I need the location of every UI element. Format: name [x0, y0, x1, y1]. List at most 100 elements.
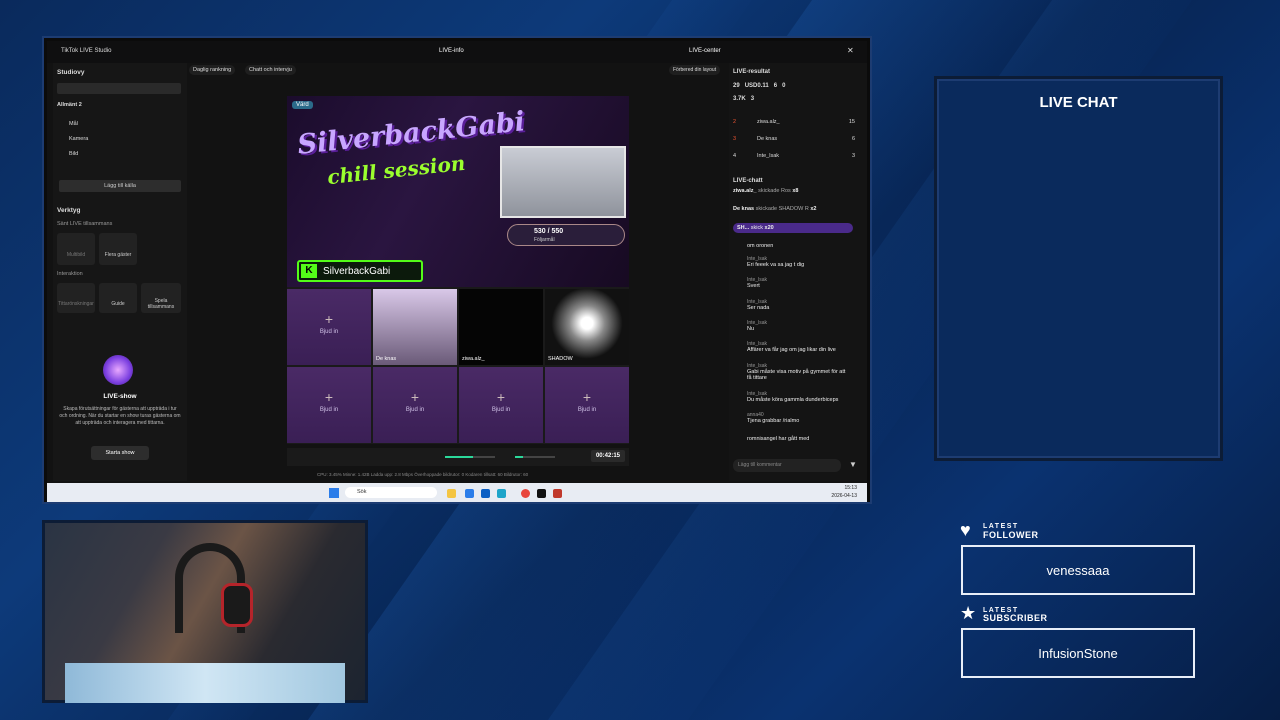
heart-icon: ♥	[960, 520, 971, 540]
host-video: Värd SilverbackGabi chill session 530 / …	[287, 96, 629, 287]
rank-name: De knas	[757, 136, 778, 142]
chat-message: Inte_lsak Du måste köra gammla dunderbice…	[747, 391, 857, 403]
store-icon[interactable]	[465, 489, 474, 498]
rank-score: 15	[848, 119, 855, 125]
file-explorer-icon[interactable]	[447, 489, 456, 498]
stat-likes: 3.7K	[733, 96, 746, 102]
source-camera[interactable]: Kamera	[69, 136, 88, 142]
rank-name: ziwa.alz_	[757, 119, 780, 125]
volume-fill	[445, 456, 473, 458]
close-icon[interactable]: ✕	[847, 46, 854, 55]
latest-subscriber-box: InfusionStone	[961, 628, 1195, 678]
ranking-row: 3 De knas 6	[733, 136, 855, 153]
tool-more-guests-label: Flera gäster	[104, 252, 132, 258]
source-image[interactable]: Bild	[69, 151, 78, 157]
guest-slot[interactable]: + Bjud in	[373, 367, 457, 443]
rank-number: 2	[733, 119, 737, 125]
left-panel: Studiovy Allmänt 2 Mål Kamera Bild Lägg …	[53, 63, 187, 481]
guest-name: SHADOW	[548, 356, 573, 362]
guest-slot[interactable]: + Bjud in	[287, 289, 371, 365]
rank-score: 6	[851, 136, 855, 142]
follower-goal: 530 / 550 Följarmål	[507, 224, 625, 246]
chat-text: Tjena grabbar /rialmo	[747, 418, 800, 424]
add-icon: +	[496, 389, 506, 405]
studio-dropdown[interactable]: Studiovy	[57, 69, 84, 76]
prepare-layout-chip[interactable]: Förbered din layout	[669, 65, 721, 75]
chat-text: Ser nada	[747, 305, 770, 311]
app-title: TikTok LIVE Studio	[61, 48, 112, 54]
gift-message: SH... skick x20	[733, 223, 853, 233]
gift-message: De knas skickade SHADOW R x2	[733, 206, 863, 212]
hero-title-line1: SilverbackGabi	[296, 106, 527, 161]
scene-dropdown[interactable]: Allmänt 2	[57, 102, 82, 108]
interaction-label: Interaktion	[57, 271, 83, 277]
stat-viewers: 6	[773, 83, 778, 89]
right-panel: LIVE-resultat 29 USD0.11 6 0 3.7K 3 2 ziw…	[729, 63, 867, 481]
center-title[interactable]: LIVE-info	[439, 48, 464, 54]
filter-icon[interactable]: ▼	[849, 460, 857, 469]
shirt	[65, 663, 345, 703]
guest-slot[interactable]: + Bjud in	[287, 367, 371, 443]
chat-text: om oronen	[747, 243, 774, 249]
live-show-title: LIVE-show	[103, 393, 137, 400]
chat-message: Inte_lsak Affärer va får jag om jag likar…	[747, 341, 857, 353]
guest-slot[interactable]: + Bjud in	[545, 367, 629, 443]
gift-user: ziwa.alz_	[733, 188, 757, 194]
tool-guide[interactable]: Guide	[99, 283, 137, 313]
mic-slider[interactable]	[515, 456, 555, 458]
center-area: Daglig rankning Chatt och intervju Förbe…	[187, 63, 727, 481]
tools-heading: Verktyg	[57, 207, 81, 214]
view-toggle[interactable]	[57, 83, 181, 94]
edge-icon[interactable]	[497, 489, 506, 498]
tool-play-together[interactable]: Spela tillsammans	[141, 283, 181, 313]
tool-more-guests[interactable]: Flera gäster	[99, 233, 137, 265]
chat-interview-chip[interactable]: Chatt och intervju	[245, 65, 296, 75]
chat-message: anna40 Tjena grabbar /rialmo	[747, 412, 857, 424]
comment-input[interactable]: Lägg till kommentar	[733, 459, 841, 472]
outlook-icon[interactable]	[481, 489, 490, 498]
chat-text: Eri feeek va sa jag t dig	[747, 262, 805, 268]
add-icon: +	[324, 311, 334, 327]
chrome-icon[interactable]	[521, 489, 530, 498]
controls-bar: 00:42:15	[287, 448, 629, 466]
chat-text: Gabi måste visa motiv på gymmet för att …	[747, 369, 846, 381]
chat-message: Inte_lsak Nu	[747, 320, 857, 332]
follower-count: 530 / 550	[534, 228, 564, 235]
live-stage: Värd SilverbackGabi chill session 530 / …	[287, 96, 629, 444]
taskbar-search[interactable]: Sök	[345, 487, 437, 498]
guest-slot[interactable]: ziwa.alz_	[459, 289, 543, 365]
start-show-button[interactable]: Starta show	[91, 446, 149, 460]
mic-fill	[515, 456, 523, 458]
rank-score: 3	[851, 153, 855, 159]
hero-title-line2: chill session	[326, 150, 467, 190]
tool-multiguest[interactable]: Multibild	[57, 233, 95, 265]
chat-text: Du måste köra gammla dunderbiceps	[747, 397, 839, 403]
app-icon[interactable]	[553, 489, 562, 498]
gift-user: SH...	[737, 225, 750, 231]
latest-subscriber-name: InfusionStone	[1038, 646, 1118, 661]
rank-name: Inte_lsak	[757, 153, 780, 159]
tool-viewer-requests[interactable]: Tittarönskningar	[57, 283, 95, 313]
volume-slider[interactable]	[445, 456, 495, 458]
guest-slot[interactable]: De knas	[373, 289, 457, 365]
source-goal[interactable]: Mål	[69, 121, 78, 127]
rank-number: 3	[733, 136, 737, 142]
add-icon: +	[410, 389, 420, 405]
guest-slot[interactable]: SHADOW	[545, 289, 629, 365]
add-icon: +	[582, 389, 592, 405]
stat-shares: 0	[782, 83, 786, 89]
live-center-link[interactable]: LIVE-center	[689, 48, 721, 54]
kick-badge: K SilverbackGabi	[297, 260, 423, 282]
chat-text: Nu	[747, 326, 755, 332]
tiktok-icon[interactable]	[537, 489, 546, 498]
windows-start-icon[interactable]	[329, 488, 339, 498]
stats-row-2: 3.7K 3	[733, 96, 754, 102]
taskbar-date: 2026-04-13	[831, 493, 857, 499]
daily-ranking-chip[interactable]: Daglig rankning	[189, 65, 236, 75]
guest-slot[interactable]: + Bjud in	[459, 367, 543, 443]
gift-count: x2	[810, 206, 817, 212]
gift-count: x8	[792, 188, 799, 194]
chat-message: romnisangel har gått med	[747, 436, 857, 442]
add-source-button[interactable]: Lägg till källa	[59, 180, 181, 192]
live-chat-panel: LIVE CHAT	[934, 76, 1223, 461]
